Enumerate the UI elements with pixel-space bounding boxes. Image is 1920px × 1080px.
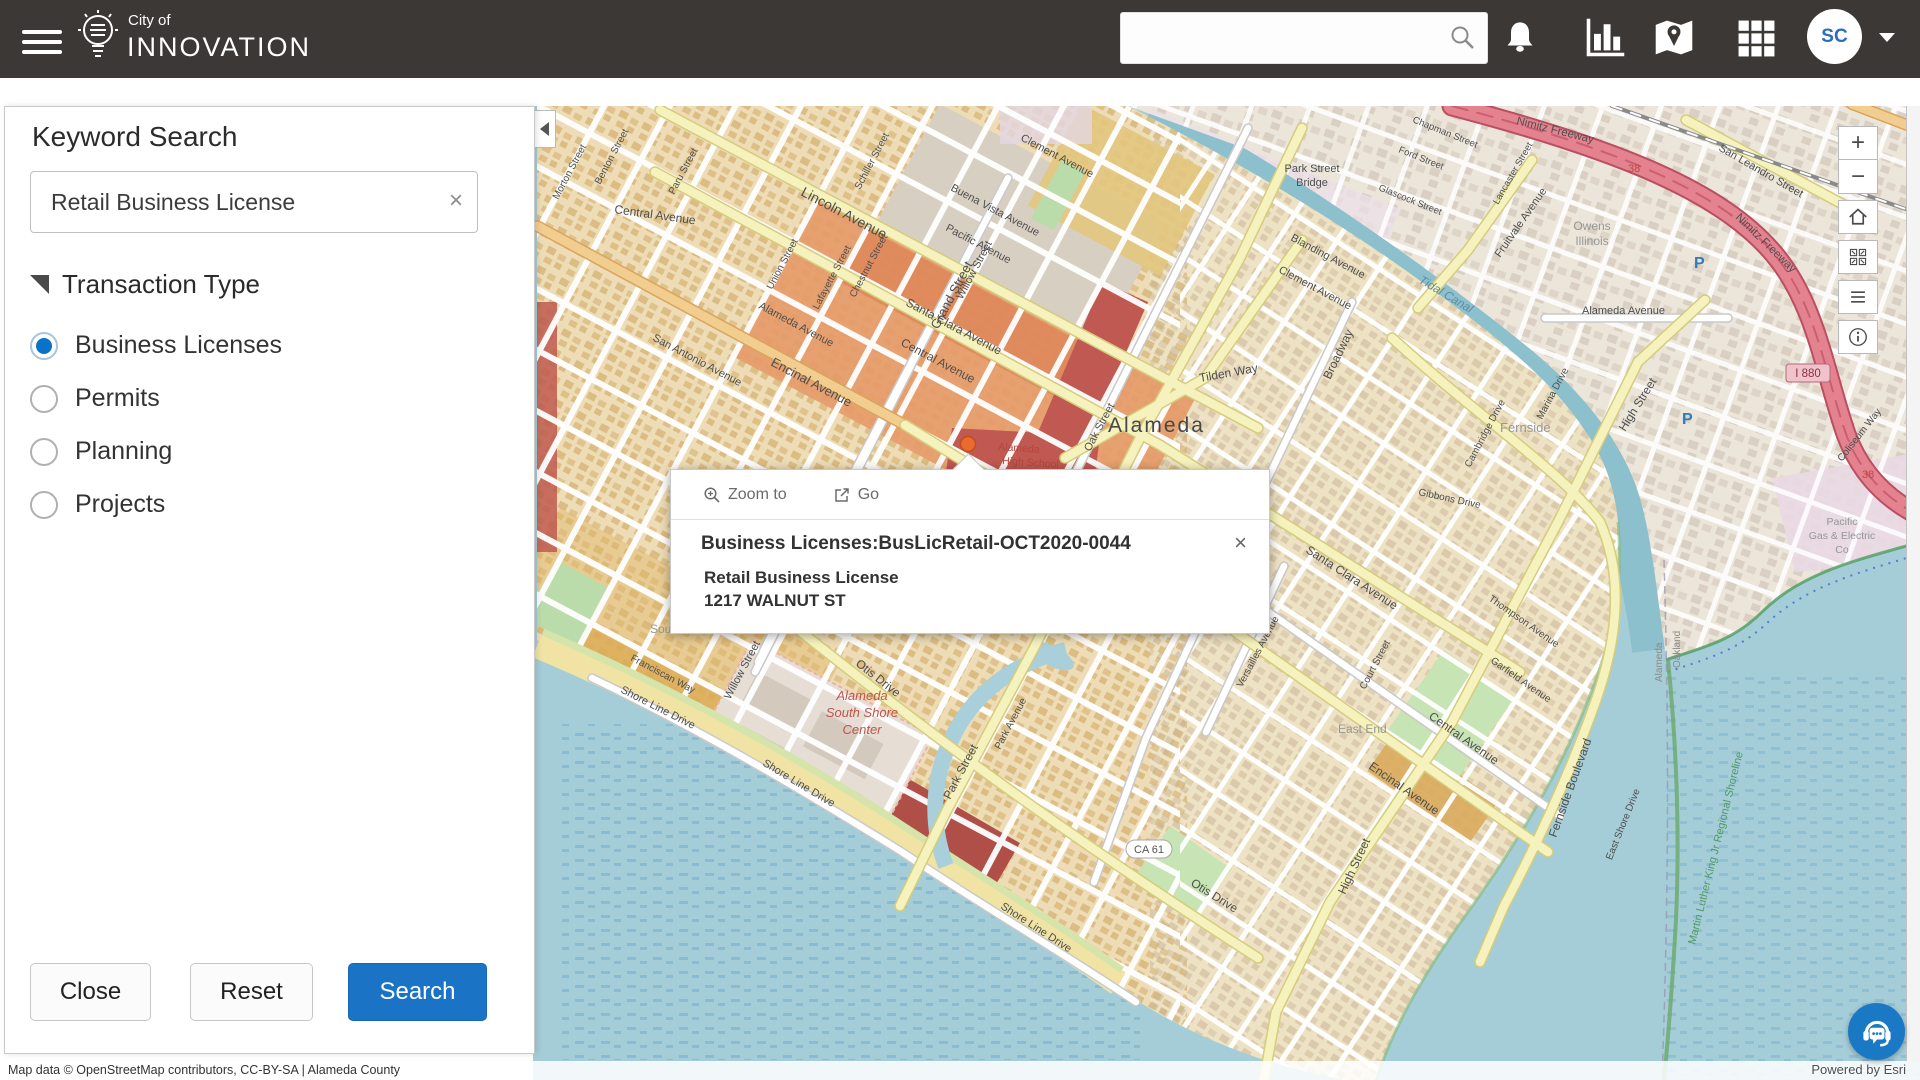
extent-squares-icon: [1847, 246, 1869, 268]
map-label: Gas & Electric: [1809, 530, 1876, 542]
app-header: City of INNOVATION SC: [0, 0, 1920, 78]
notifications-bell-icon[interactable]: [1502, 14, 1538, 60]
popup-record-address: 1217 WALNUT ST: [704, 591, 846, 611]
info-button[interactable]: [1838, 320, 1878, 354]
map-label: Park Street: [1284, 163, 1339, 175]
radio-dot: [30, 385, 58, 413]
home-extent-button[interactable]: [1838, 200, 1878, 234]
list-icon: [1847, 286, 1869, 308]
ca61-shield: CA 61: [1134, 844, 1164, 856]
radio-label: Business Licenses: [75, 331, 282, 360]
map-label: Center: [842, 722, 882, 737]
map-label: Oakland: [1672, 631, 1683, 668]
radio-dot: [30, 332, 58, 360]
brand-innovation: INNOVATION: [127, 32, 311, 63]
user-menu-caret-icon[interactable]: [1879, 33, 1895, 42]
radio-planning[interactable]: Planning: [30, 437, 172, 466]
parking-icon: P: [1694, 255, 1705, 272]
collapse-arrow-icon: [540, 122, 549, 136]
zoom-to-icon: [703, 486, 721, 504]
keyword-input-box: ×: [30, 171, 478, 233]
go-button[interactable]: Go: [833, 486, 879, 504]
map-marker[interactable]: [961, 437, 976, 452]
zoom-out-button[interactable]: −: [1838, 160, 1878, 194]
map-label: East Shore Drive: [1604, 787, 1643, 862]
map-label: Fernside: [1500, 420, 1551, 435]
map-label: Pacific: [1827, 516, 1858, 528]
radio-dot: [30, 438, 58, 466]
map-label: Bridge: [1296, 177, 1328, 189]
close-button[interactable]: Close: [30, 963, 151, 1021]
right-edge-panel-strip: [1906, 106, 1920, 1061]
map-data-attribution: Map data © OpenStreetMap contributors, C…: [8, 1063, 400, 1077]
feature-popup: Zoom to Go Business Licenses:BusLicRetai…: [670, 469, 1270, 634]
radio-dot: [30, 491, 58, 519]
keyword-input[interactable]: [49, 180, 433, 224]
headset-chat-icon: [1860, 1015, 1894, 1049]
basemap-extent-button[interactable]: [1838, 240, 1878, 274]
popup-action-bar: Zoom to Go: [671, 470, 1269, 520]
panel-title: Keyword Search: [32, 121, 237, 153]
map-label: Alameda Avenue: [1582, 305, 1665, 317]
panel-collapse-tab[interactable]: [533, 110, 556, 148]
transaction-type-label: Transaction Type: [62, 269, 260, 300]
map-label: Co: [1835, 544, 1849, 556]
transaction-type-header[interactable]: Transaction Type: [30, 269, 260, 300]
popup-title: Business Licenses:BusLicRetail-OCT2020-0…: [701, 533, 1221, 555]
home-icon: [1846, 205, 1870, 229]
map-label-city: Alameda: [1108, 414, 1205, 437]
zoom-in-button[interactable]: +: [1838, 126, 1878, 160]
popup-close-icon[interactable]: ×: [1234, 530, 1247, 556]
brand-city-of: City of: [128, 12, 171, 29]
avatar-initials: SC: [1821, 26, 1847, 48]
section-collapse-triangle-icon: [30, 275, 49, 294]
reports-chart-icon[interactable]: [1582, 16, 1628, 60]
zoom-to-label: Zoom to: [728, 486, 787, 504]
support-chat-button[interactable]: [1848, 1003, 1905, 1060]
map-app-icon[interactable]: [1651, 15, 1697, 60]
search-button[interactable]: Search: [348, 963, 487, 1021]
legend-list-button[interactable]: [1838, 280, 1878, 314]
attribution-bar: Map data © OpenStreetMap contributors, C…: [0, 1061, 1920, 1080]
zoom-to-button[interactable]: Zoom to: [703, 486, 787, 504]
go-label: Go: [858, 486, 879, 504]
map-label: South Shore: [826, 705, 898, 720]
radio-label: Planning: [75, 437, 172, 466]
radio-permits[interactable]: Permits: [30, 384, 160, 413]
map-label: Alameda: [1654, 642, 1665, 682]
map-label: Alameda: [835, 688, 887, 703]
map-controls: + −: [1838, 126, 1878, 354]
lightbulb-logo-icon: [74, 8, 122, 70]
menu-icon[interactable]: [22, 24, 62, 54]
route-38-label: 38: [1628, 163, 1640, 175]
map-label: Owens: [1573, 219, 1610, 233]
search-icon[interactable]: [1449, 24, 1477, 52]
reset-button[interactable]: Reset: [190, 963, 313, 1021]
radio-label: Projects: [75, 490, 165, 519]
popup-record-type: Retail Business License: [704, 568, 899, 588]
info-icon: [1846, 325, 1870, 349]
powered-by-esri: Powered by Esri: [1811, 1062, 1906, 1077]
radio-projects[interactable]: Projects: [30, 490, 165, 519]
keyword-search-panel: Keyword Search × Transaction Type Busine…: [4, 106, 535, 1054]
route-38-label: 38: [1862, 469, 1874, 481]
radio-label: Permits: [75, 384, 160, 413]
user-avatar[interactable]: SC: [1807, 9, 1862, 64]
go-icon: [833, 486, 851, 504]
apps-grid-icon[interactable]: [1736, 18, 1777, 59]
map-label: Illinois: [1575, 234, 1608, 248]
map-label: East End: [1338, 722, 1387, 736]
global-search-box: [1120, 12, 1488, 64]
global-search-input[interactable]: [1131, 17, 1445, 59]
clear-input-icon[interactable]: ×: [449, 186, 463, 216]
parking-icon: P: [1682, 411, 1693, 428]
radio-business-licenses[interactable]: Business Licenses: [30, 331, 282, 360]
i880-shield: I 880: [1795, 368, 1821, 380]
